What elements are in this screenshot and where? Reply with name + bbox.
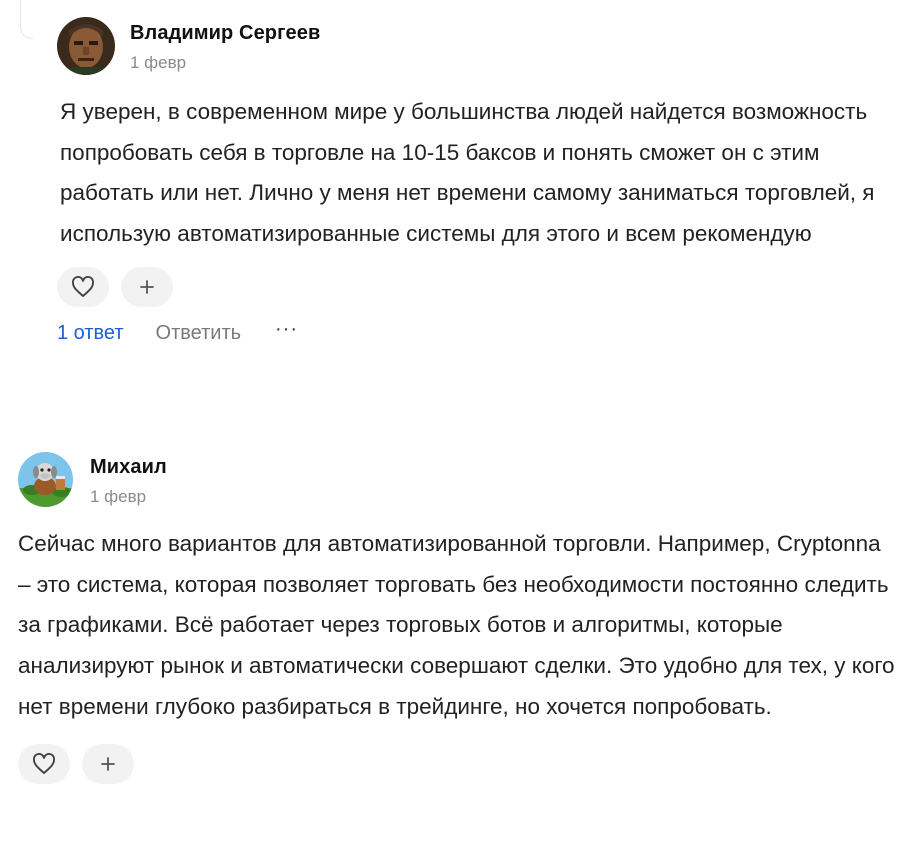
thread-connector (20, 0, 33, 39)
add-reaction-button[interactable] (121, 266, 173, 307)
like-button[interactable] (57, 266, 109, 307)
reactions-bar (57, 266, 877, 307)
plus-icon (140, 279, 154, 294)
comment-text: Сейчас много вариантов для автоматизиров… (18, 531, 895, 719)
reactions-bar (18, 743, 898, 784)
author-name[interactable]: Владимир Сергеев (130, 22, 320, 45)
comment-header: Владимир Сергеев 1 февр (57, 14, 877, 75)
comment-header: Михаил 1 февр (18, 452, 898, 507)
replies-link[interactable]: 1 ответ (57, 322, 124, 345)
reply-button[interactable]: Ответить (156, 322, 242, 345)
more-options-button[interactable]: ··· (275, 318, 298, 341)
author-block: Владимир Сергеев 1 февр (130, 14, 320, 73)
comment-text: Я уверен, в современном мире у большинст… (60, 99, 875, 247)
avatar[interactable] (57, 17, 115, 75)
heart-icon (72, 275, 94, 297)
like-button[interactable] (18, 743, 70, 784)
plus-icon (101, 756, 115, 771)
avatar[interactable] (18, 452, 73, 507)
comment: Михаил 1 февр Сейчас много вариантов для… (18, 452, 898, 784)
heart-icon (33, 752, 55, 774)
comment-actions: 1 ответ Ответить ··· (57, 318, 877, 345)
comment: Владимир Сергеев 1 февр Я уверен, в совр… (57, 14, 877, 345)
comment-date: 1 февр (130, 53, 187, 72)
comment-date: 1 февр (90, 487, 147, 506)
add-reaction-button[interactable] (82, 743, 134, 784)
author-block: Михаил 1 февр (90, 452, 167, 507)
author-name[interactable]: Михаил (90, 456, 167, 479)
